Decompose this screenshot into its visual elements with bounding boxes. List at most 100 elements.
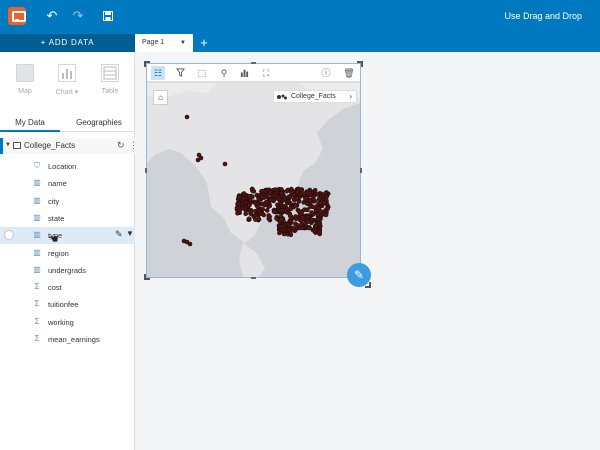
college-point[interactable] [278,202,284,207]
college-point[interactable] [222,161,228,167]
college-point[interactable] [279,191,284,196]
college-point[interactable] [293,203,298,208]
college-point[interactable] [276,196,282,201]
card-action-button[interactable]: ✎ [347,263,371,287]
college-point[interactable] [299,218,304,224]
college-point[interactable] [279,224,285,229]
college-point[interactable] [307,187,313,193]
college-point[interactable] [277,230,282,236]
resize-handle-bottom[interactable] [251,277,256,279]
home-button[interactable]: ⌂ [153,90,168,105]
college-point[interactable] [305,214,310,220]
college-point[interactable] [287,230,293,236]
college-point[interactable] [322,200,327,206]
college-point[interactable] [317,229,323,235]
college-point[interactable] [251,188,257,194]
field-item[interactable]: Σmean_earnings [0,331,135,348]
college-point[interactable] [303,195,308,201]
college-point[interactable] [236,201,242,206]
field-item[interactable]: ⛉ Location [0,158,135,175]
layer-legend[interactable]: College_Facts › [273,90,357,103]
field-item[interactable]: ▥ region [0,245,135,262]
chevron-right-icon[interactable]: › [349,91,352,102]
tab-geographies[interactable]: Geographies [68,114,130,132]
college-point[interactable] [281,197,287,203]
resize-corner-tl[interactable] [144,61,150,67]
resize-corner-tr[interactable] [357,61,363,67]
resize-handle-right[interactable] [360,168,362,173]
college-point[interactable] [257,211,263,217]
undo-icon[interactable]: ↶ [44,8,60,24]
field-item[interactable]: ▥ city [0,193,135,210]
map-card[interactable]: ☷ ⬚ ⚲ ⛶ ⓘ 🗑 ⌂ College_Facts › [146,63,361,278]
tab-page-1[interactable]: Page 1 ▼ [135,34,193,52]
chart-viz-button[interactable]: Chart ▾ [47,64,87,108]
college-point[interactable] [187,241,193,247]
college-point[interactable] [280,208,286,213]
college-point[interactable] [307,225,312,231]
college-point[interactable] [309,210,314,215]
field-item[interactable]: ▥ type ✎ ▼ [0,227,135,245]
college-point[interactable] [299,210,304,215]
collapse-icon[interactable]: ▼ [5,142,11,148]
college-point[interactable] [290,225,296,231]
delete-icon[interactable]: 🗑 [342,66,356,80]
map-view[interactable]: ⌂ College_Facts › [147,83,360,277]
field-item[interactable]: Σtuitionfee [0,296,135,313]
college-point[interactable] [317,220,322,226]
resize-corner-bl[interactable] [144,274,150,280]
redo-icon[interactable]: ↷ [70,8,86,24]
college-point[interactable] [248,208,253,214]
college-point[interactable] [305,219,311,224]
map-viz-button[interactable]: Map [5,64,45,108]
college-point[interactable] [288,218,294,224]
college-point[interactable] [267,203,273,209]
field-item[interactable]: ▥ state [0,210,135,227]
zoom-icon[interactable]: ⚲ [217,66,231,80]
college-point[interactable] [323,191,328,196]
college-point[interactable] [295,186,301,192]
field-item[interactable]: Σworking [0,314,135,331]
college-point[interactable] [267,214,272,219]
college-point[interactable] [281,231,287,237]
college-point[interactable] [243,211,248,217]
college-point[interactable] [241,191,247,196]
college-point[interactable] [316,206,322,211]
college-point[interactable] [278,216,284,222]
college-point[interactable] [279,187,284,192]
college-point[interactable] [241,206,246,211]
extent-icon[interactable]: ⛶ [259,66,273,80]
college-point[interactable] [286,222,291,227]
college-point[interactable] [264,208,270,213]
college-point[interactable] [288,189,294,195]
college-point[interactable] [287,194,293,200]
chart-icon[interactable] [237,66,251,80]
college-point[interactable] [263,189,269,194]
select-field-checkbox[interactable] [4,230,14,241]
college-point[interactable] [252,200,258,206]
college-point[interactable] [271,209,277,214]
add-data-button[interactable]: + ADD DATA [0,34,135,52]
filter-icon[interactable]: ▼ [126,229,134,238]
college-point[interactable] [256,197,261,202]
college-point[interactable] [315,212,321,217]
college-point[interactable] [323,212,329,218]
college-point[interactable] [268,190,273,195]
add-page-button[interactable]: + [196,34,212,52]
college-point[interactable] [246,216,252,222]
college-point[interactable] [274,216,279,221]
college-point[interactable] [284,188,289,194]
chevron-down-icon[interactable]: ▼ [180,34,186,52]
college-point[interactable] [300,225,305,231]
resize-handle-left[interactable] [145,168,147,173]
field-item[interactable]: ▥ name [0,175,135,192]
college-point[interactable] [315,192,321,197]
college-point[interactable] [301,191,307,196]
filter-icon[interactable] [173,66,187,80]
college-point[interactable] [253,212,258,218]
college-point[interactable] [307,198,313,203]
list-icon[interactable]: ☷ [151,66,165,80]
college-point[interactable] [312,198,317,203]
college-point[interactable] [288,201,293,206]
college-point[interactable] [316,196,322,202]
